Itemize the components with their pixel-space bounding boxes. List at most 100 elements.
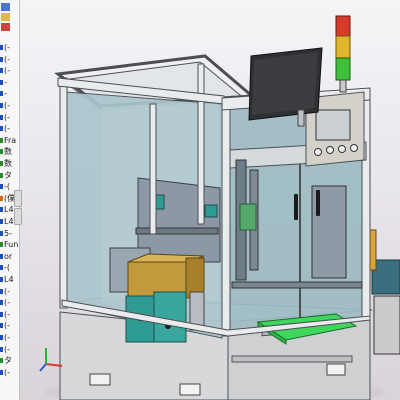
green-motor [239, 203, 257, 231]
panel-button[interactable] [314, 148, 322, 156]
feature-icon [0, 45, 3, 50]
feature-tree-item[interactable]: (- [0, 332, 19, 343]
signal-tower-post [339, 79, 347, 93]
frame-post-inner [197, 63, 205, 225]
feature-icon [0, 137, 3, 143]
feature-tree-label: (- [4, 54, 11, 64]
feature-tree-item[interactable]: Fun [0, 239, 19, 250]
feature-tree-label: 5- [4, 228, 12, 238]
feature-icon [0, 79, 3, 85]
side-cover [373, 295, 400, 355]
feature-tree-label: - [4, 77, 7, 87]
feature-icon [0, 230, 3, 236]
cabinet-handle[interactable] [89, 373, 111, 386]
cabinet-handle[interactable] [326, 363, 346, 376]
feature-tree-item[interactable]: 5- [0, 228, 19, 239]
orientation-triad [39, 348, 63, 372]
feature-icon [0, 68, 3, 74]
feature-tree-label: Fra [4, 135, 17, 145]
feature-tree-label: (- [4, 344, 11, 354]
folder-icon[interactable] [1, 13, 10, 21]
panel-button[interactable] [326, 146, 334, 154]
feature-tree-item[interactable]: (- [0, 297, 19, 308]
linear-rail [135, 227, 219, 235]
chart-icon[interactable] [1, 23, 10, 31]
document-icon[interactable] [1, 3, 10, 11]
feature-tree-item[interactable]: or [0, 251, 19, 262]
feature-tree-item[interactable]: (- [0, 286, 19, 297]
panel-button[interactable] [350, 144, 358, 152]
feature-tree-label: (- [4, 101, 11, 110]
feature-tree-item[interactable]: (- [0, 42, 19, 53]
feature-tree-item[interactable]: 数 [0, 146, 19, 157]
feature-icon [0, 149, 3, 155]
side-strip [369, 229, 377, 271]
feature-tree-item[interactable]: (- [0, 112, 19, 123]
frame-post-front [221, 99, 231, 337]
feature-tree-label: 数 [4, 159, 12, 168]
feature-icon [0, 323, 3, 329]
frame-post-mid [149, 103, 157, 235]
feature-icon [0, 161, 3, 166]
feature-tree-label: (- [4, 66, 11, 76]
feature-icon [0, 103, 3, 108]
feature-tree-item[interactable]: L4 [0, 274, 19, 285]
frame-post-left [59, 77, 68, 309]
feature-icon [0, 114, 3, 120]
feature-tree-label: or [4, 251, 13, 261]
feature-tree-item[interactable]: - [0, 88, 19, 99]
feature-tree-item[interactable]: (- [0, 123, 19, 134]
feature-tree-item[interactable]: - [0, 77, 19, 88]
feature-tree-item[interactable]: (- [0, 367, 19, 378]
feature-icon [0, 265, 3, 271]
feature-tree-label: (- [4, 309, 11, 319]
feature-tree-label: L4 [4, 217, 14, 226]
feature-tree-label: (- [4, 321, 11, 331]
door-handle-right[interactable] [316, 190, 320, 216]
cabinet-handle[interactable] [179, 383, 201, 396]
feature-tree-item[interactable]: タ [0, 170, 19, 181]
feature-tree-item[interactable]: (- [0, 54, 19, 65]
feature-icon [0, 91, 3, 97]
feature-tree-label: (- [4, 286, 11, 296]
feature-icon [0, 172, 3, 178]
signal-lamp-green [335, 57, 351, 81]
panel-button[interactable] [338, 145, 346, 153]
feature-icon [0, 242, 3, 248]
feature-tree-label: (- [4, 112, 11, 122]
feature-tree-label: 数 [4, 147, 12, 157]
feature-tree-label: (- [4, 298, 11, 308]
feature-tree-item[interactable]: タ [0, 355, 19, 366]
teal-actuator[interactable] [204, 204, 218, 218]
feature-tree-label: タ [4, 356, 12, 366]
feature-tree-label: L4 [4, 275, 14, 284]
feature-tree-label: -( [4, 263, 11, 273]
feature-tree-item[interactable]: (- [0, 309, 19, 320]
feature-icon [0, 253, 3, 259]
monitor-bezel [252, 52, 318, 115]
feature-tree-item[interactable]: (- [0, 320, 19, 331]
triad-z-axis [39, 363, 47, 372]
feature-icon [0, 369, 3, 375]
door-handle-left[interactable] [294, 194, 298, 220]
feature-tree-item[interactable]: 数 [0, 158, 19, 169]
feature-icon [0, 219, 3, 224]
rail-lower [231, 281, 363, 289]
feature-icon [0, 311, 3, 317]
feature-tree-item[interactable]: -( [0, 262, 19, 273]
feature-tree-label: Fun [4, 240, 19, 250]
feature-tree-label: -( [4, 182, 11, 192]
feature-tree-item[interactable]: (- [0, 100, 19, 111]
feature-tree-label: (- [4, 124, 11, 134]
feature-tree-item[interactable]: Fra [0, 135, 19, 146]
signal-lamp-yellow [335, 35, 351, 59]
feature-icon [0, 195, 3, 201]
cad-viewport[interactable] [19, 0, 400, 400]
hmi-display[interactable] [315, 109, 351, 141]
feature-icon [0, 335, 3, 340]
feature-icon [0, 288, 3, 294]
feature-tree-label: タ [4, 170, 12, 180]
feature-tree-item[interactable]: (- [0, 344, 19, 355]
feature-tree-item[interactable]: (- [0, 65, 19, 76]
feature-tree-label: (- [4, 367, 11, 377]
